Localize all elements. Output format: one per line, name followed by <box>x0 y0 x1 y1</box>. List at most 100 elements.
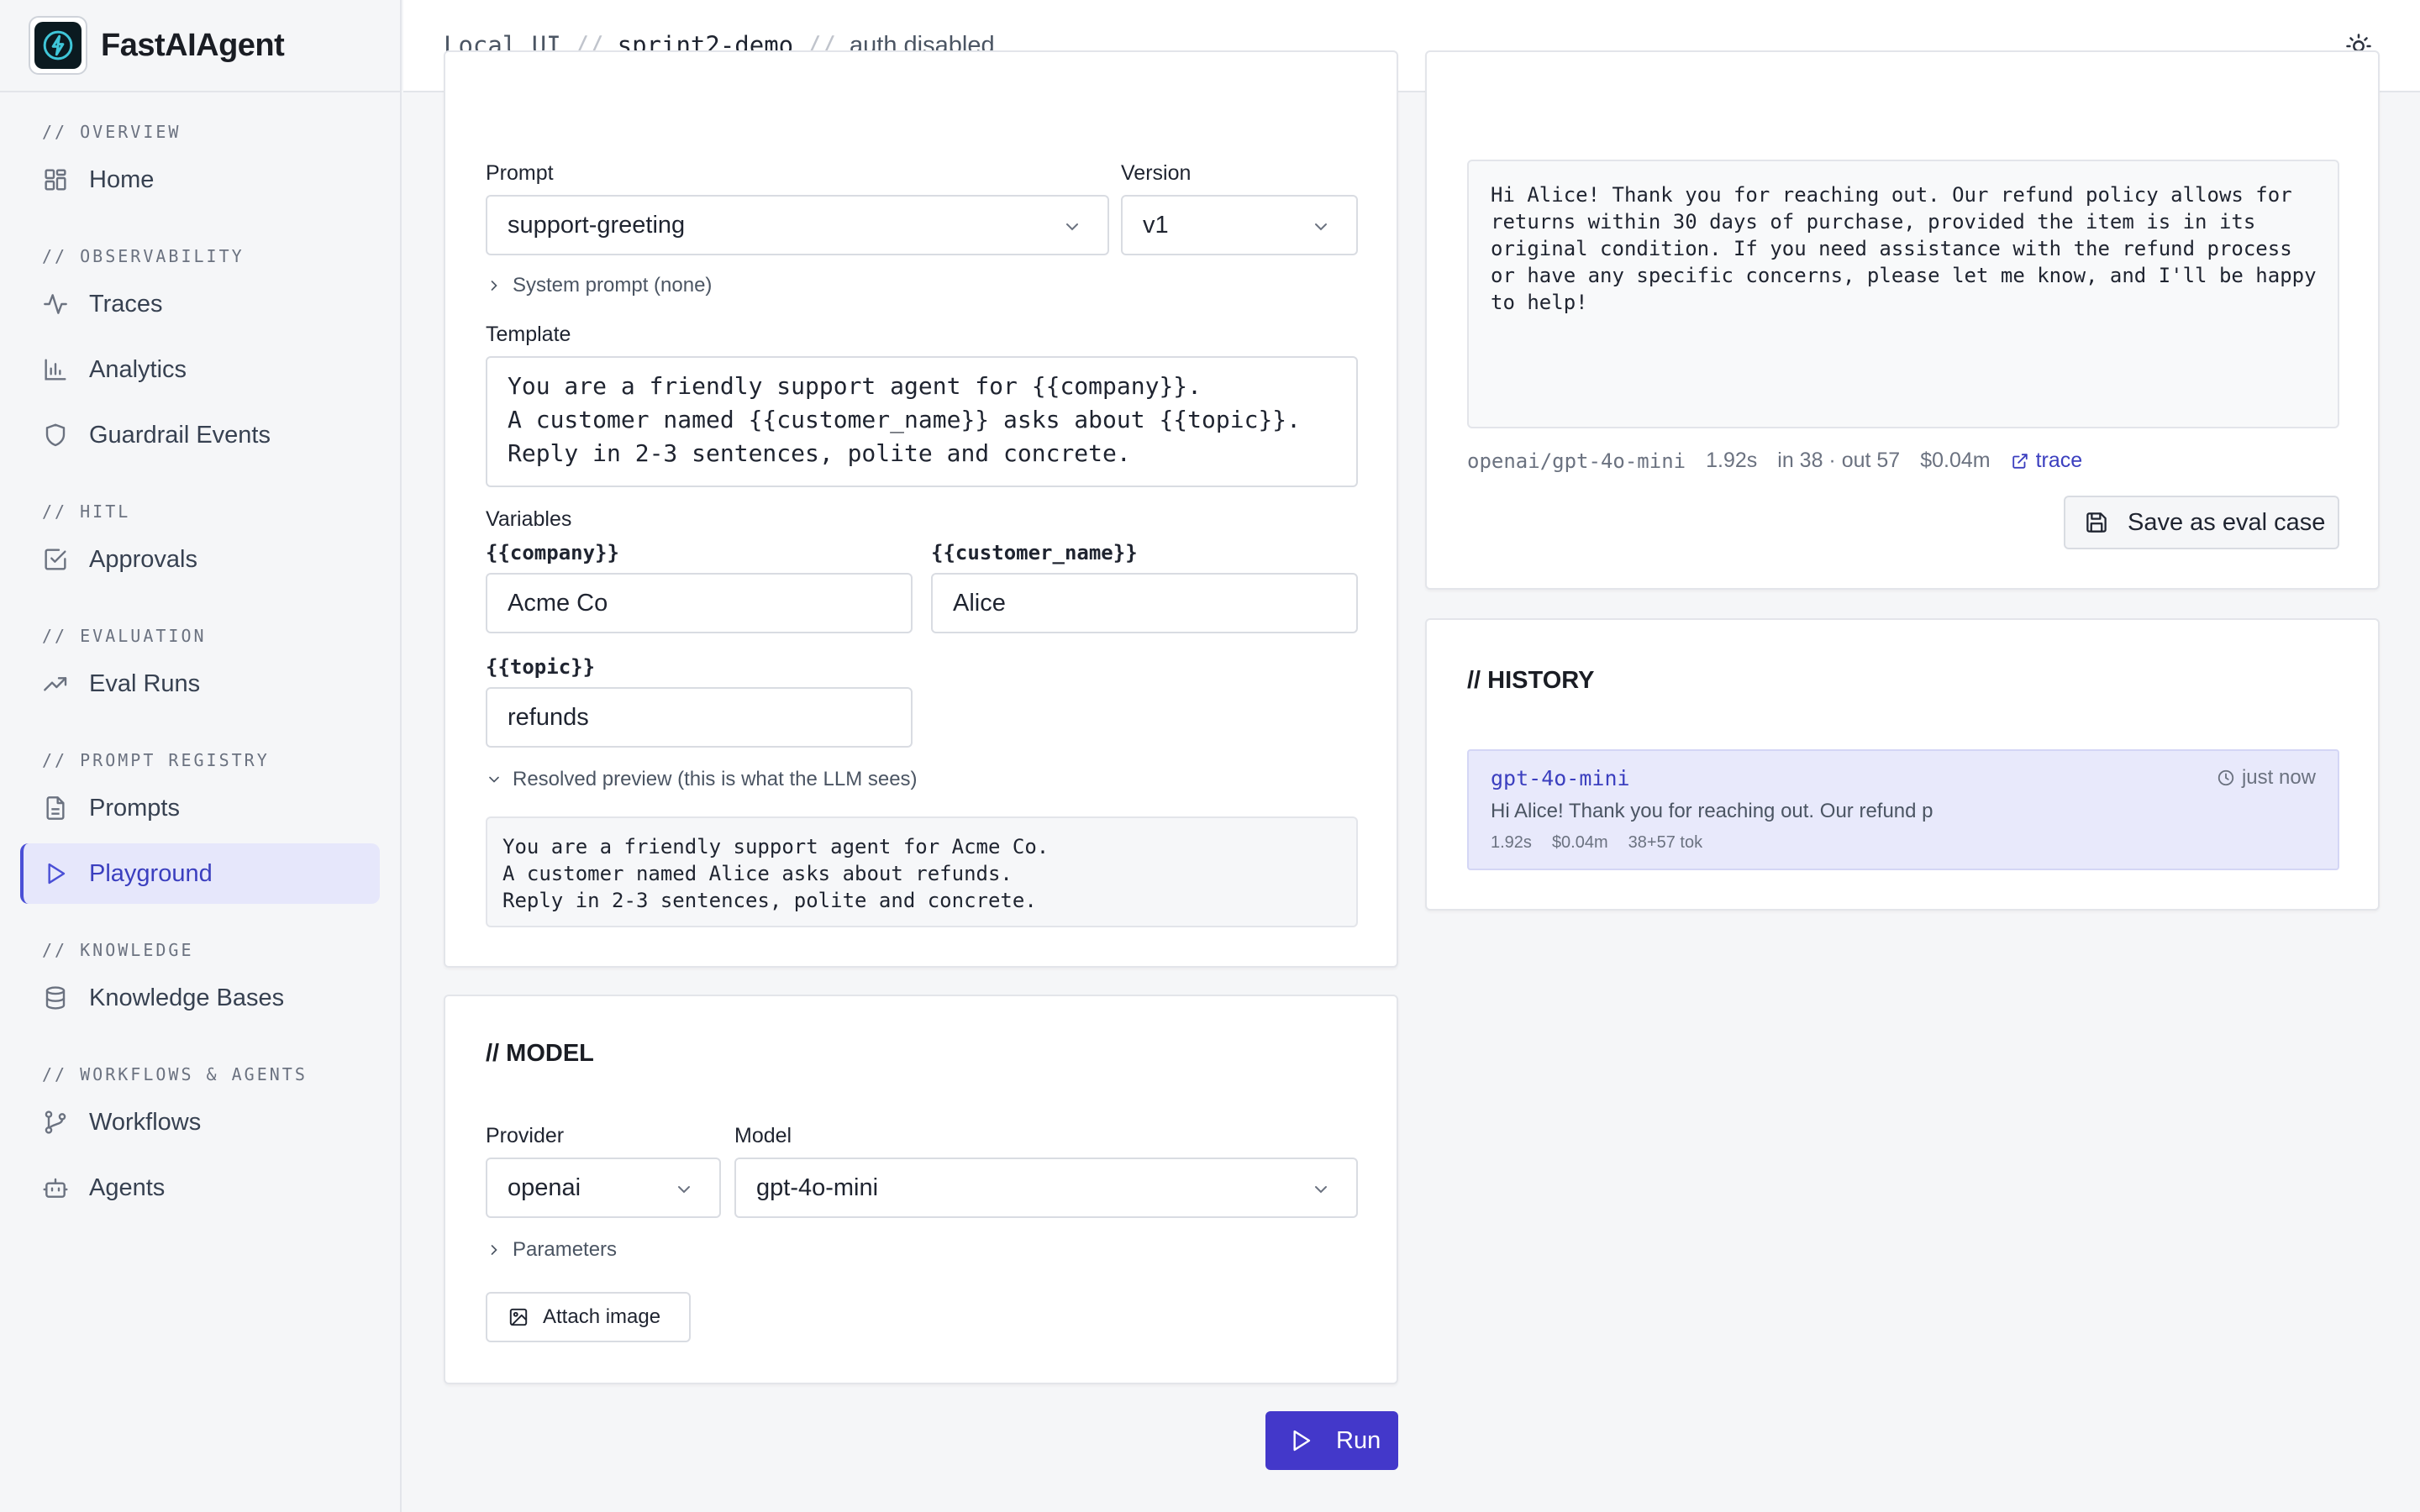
chevron-down-icon <box>1315 223 1327 231</box>
chevron-down-icon <box>678 1186 690 1194</box>
sidebar-item-label: Approvals <box>89 545 197 573</box>
sidebar-item-label: Analytics <box>89 355 187 383</box>
trace-link-label: trace <box>2035 449 2083 472</box>
section-evaluation: // EVALUATION <box>42 626 207 646</box>
history-entry-time-label: just now <box>2241 766 2316 789</box>
provider-select-value: openai <box>508 1173 581 1201</box>
section-prompt-registry: // PROMPT REGISTRY <box>42 750 270 770</box>
resolved-preview-toggle[interactable]: Resolved preview (this is what the LLM s… <box>486 768 918 791</box>
parameters-toggle[interactable]: Parameters <box>486 1238 617 1262</box>
template-textarea[interactable]: You are a friendly support agent for {{c… <box>486 356 1358 487</box>
response-tokens: in 38 · out 57 <box>1777 449 1901 472</box>
run-button-label: Run <box>1336 1426 1381 1454</box>
sidebar-item-traces[interactable]: Traces <box>20 274 380 334</box>
response-cost: $0.04m <box>1920 449 1991 472</box>
history-card: // HISTORY gpt-4o-mini just now Hi Alice… <box>1425 618 2380 911</box>
prompt-select[interactable]: support-greeting <box>486 195 1109 255</box>
sidebar-item-knowledge-bases[interactable]: Knowledge Bases <box>20 968 380 1028</box>
trace-link[interactable]: trace <box>2011 449 2103 473</box>
external-link-icon <box>2012 453 2028 469</box>
brand[interactable]: FastAIAgent <box>0 0 400 92</box>
system-prompt-toggle-label: System prompt (none) <box>513 274 713 297</box>
bot-icon <box>43 1178 68 1198</box>
variable-name-customer-name: {{customer_name}} <box>931 541 1138 564</box>
model-card-title: // MODEL <box>486 1040 594 1067</box>
version-select-value: v1 <box>1143 211 1169 239</box>
history-entry-model: gpt-4o-mini <box>1491 766 1630 790</box>
trending-up-icon <box>44 677 67 691</box>
clock-icon <box>2217 769 2234 786</box>
image-icon <box>509 1308 528 1326</box>
prompt-label: Prompt <box>486 161 554 185</box>
response-latency: 1.92s <box>1706 449 1758 472</box>
chevron-down-icon <box>1315 1186 1327 1194</box>
parameters-toggle-label: Parameters <box>513 1238 618 1261</box>
activity-icon <box>44 294 67 314</box>
variables-label: Variables <box>486 507 572 531</box>
play-icon <box>1293 1430 1311 1452</box>
bolt-icon <box>43 30 73 60</box>
resolved-preview: You are a friendly support agent for Acm… <box>486 816 1358 927</box>
sidebar-item-analytics[interactable]: Analytics <box>20 339 380 400</box>
grid-icon <box>45 169 66 191</box>
chevron-down-icon <box>489 776 499 783</box>
save-eval-case-button[interactable]: Save as eval case <box>2064 496 2339 549</box>
variable-input-company[interactable]: Acme Co <box>486 573 913 633</box>
shield-icon <box>45 423 66 447</box>
chevron-right-icon <box>491 281 497 291</box>
prompt-card: Prompt support-greeting Version v1 Syste… <box>444 50 1398 968</box>
sidebar-item-label: Guardrail Events <box>89 421 271 449</box>
sidebar-item-label: Eval Runs <box>89 669 201 697</box>
provider-label: Provider <box>486 1124 565 1147</box>
sidebar-item-eval-runs[interactable]: Eval Runs <box>20 654 380 714</box>
history-entry-snippet: Hi Alice! Thank you for reaching out. Ou… <box>1491 800 1933 822</box>
sidebar-item-workflows[interactable]: Workflows <box>20 1092 380 1152</box>
prompt-select-value: support-greeting <box>508 211 686 239</box>
file-text-icon <box>46 796 65 820</box>
variable-input-customer-name[interactable]: Alice <box>931 573 1358 633</box>
sidebar-item-playground[interactable]: Playground <box>20 843 380 904</box>
sidebar-nav: // OVERVIEW Home // OBSERVABILITY Traces… <box>0 92 400 1218</box>
save-icon <box>2086 512 2107 533</box>
brand-name: FastAIAgent <box>101 27 285 63</box>
response-card: Hi Alice! Thank you for reaching out. Ou… <box>1425 50 2380 590</box>
system-prompt-toggle[interactable]: System prompt (none) <box>486 274 712 297</box>
model-card: // MODEL Provider openai Model gpt-4o-mi… <box>444 995 1398 1384</box>
variable-input-value: refunds <box>508 703 589 731</box>
version-select[interactable]: v1 <box>1121 195 1358 255</box>
model-label: Model <box>734 1124 792 1147</box>
history-entry-stats: 1.92s $0.04m 38+57 tok <box>1491 833 1702 853</box>
attach-image-button[interactable]: Attach image <box>486 1292 691 1342</box>
attach-image-label: Attach image <box>543 1305 661 1328</box>
history-entry-latency: 1.92s <box>1491 833 1532 852</box>
sidebar-item-label: Prompts <box>89 794 180 822</box>
section-workflows-agents: // WORKFLOWS & AGENTS <box>42 1064 308 1084</box>
sidebar-item-label: Home <box>89 165 155 193</box>
sidebar-item-approvals[interactable]: Approvals <box>20 529 380 590</box>
history-entry[interactable]: gpt-4o-mini just now Hi Alice! Thank you… <box>1467 749 2339 870</box>
run-button[interactable]: Run <box>1265 1411 1398 1470</box>
sidebar-item-guardrail-events[interactable]: Guardrail Events <box>20 405 380 465</box>
sidebar-item-home[interactable]: Home <box>20 150 380 210</box>
history-entry-tokens: 38+57 tok <box>1628 833 1703 852</box>
sidebar-item-prompts[interactable]: Prompts <box>20 778 380 838</box>
model-select[interactable]: gpt-4o-mini <box>734 1158 1358 1218</box>
provider-select[interactable]: openai <box>486 1158 721 1218</box>
sidebar-item-label: Knowledge Bases <box>89 984 285 1011</box>
section-hitl: // HITL <box>42 501 131 522</box>
history-card-title: // HISTORY <box>1467 667 1595 694</box>
sidebar-item-agents[interactable]: Agents <box>20 1158 380 1218</box>
save-eval-case-label: Save as eval case <box>2128 508 2326 536</box>
sidebar-item-label: Agents <box>89 1173 166 1201</box>
resolved-preview-toggle-label: Resolved preview (this is what the LLM s… <box>513 768 918 790</box>
response-model: openai/gpt-4o-mini <box>1467 449 1686 473</box>
variable-input-topic[interactable]: refunds <box>486 687 913 748</box>
response-output: Hi Alice! Thank you for reaching out. Ou… <box>1467 160 2339 428</box>
version-label: Version <box>1121 161 1192 185</box>
variable-name-company: {{company}} <box>486 541 619 564</box>
sidebar-item-label: Traces <box>89 290 163 318</box>
check-square-icon <box>45 549 66 570</box>
section-knowledge: // KNOWLEDGE <box>42 940 194 960</box>
bar-chart-icon <box>45 359 66 381</box>
database-icon <box>45 986 66 1010</box>
